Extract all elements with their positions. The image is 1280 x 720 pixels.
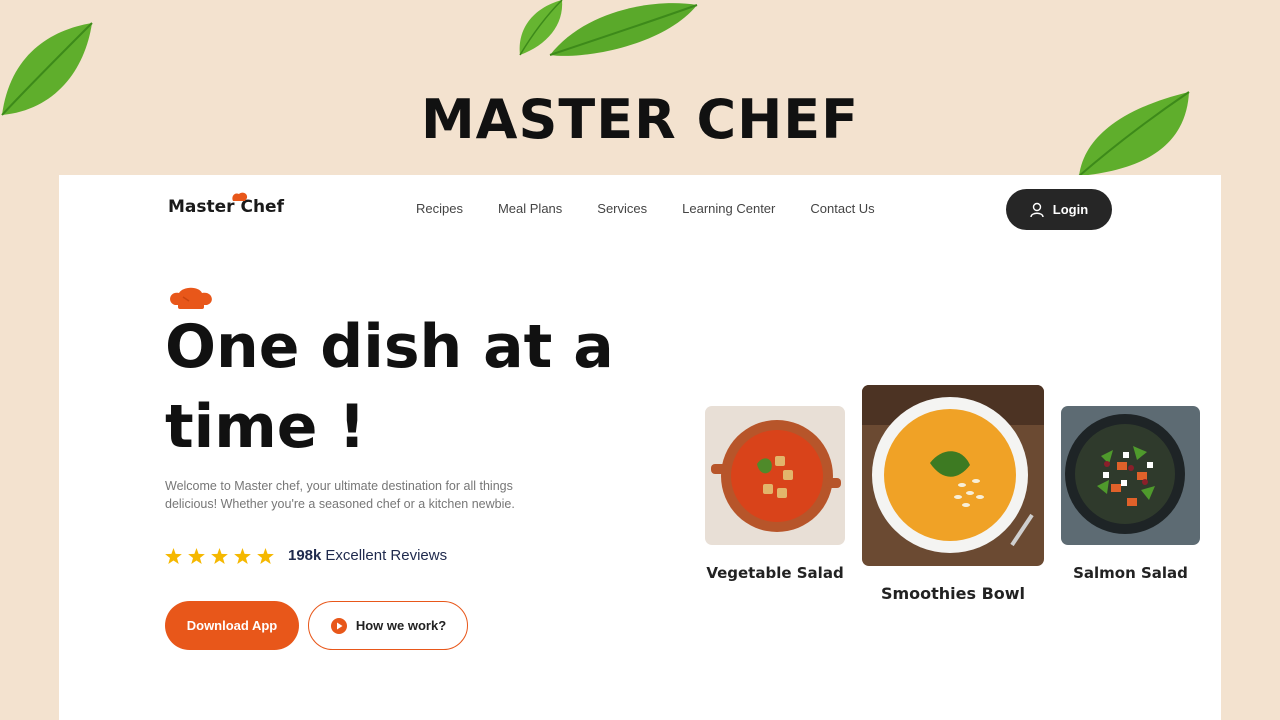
star-icon bbox=[165, 547, 182, 564]
hero-headline: One dish at a time ! bbox=[165, 307, 635, 467]
star-rating bbox=[165, 547, 274, 564]
landing-page: Master Chef Recipes Meal Plans Services … bbox=[59, 175, 1221, 720]
dish-name: Salmon Salad bbox=[1073, 564, 1188, 582]
nav-recipes[interactable]: Recipes bbox=[416, 201, 463, 216]
main-nav: Recipes Meal Plans Services Learning Cen… bbox=[416, 201, 910, 216]
login-label: Login bbox=[1052, 202, 1089, 217]
nav-services[interactable]: Services bbox=[597, 201, 647, 216]
chef-hat-icon bbox=[232, 192, 248, 201]
hero-description: Welcome to Master chef, your ultimate de… bbox=[165, 479, 515, 511]
headline-line-2: time ! bbox=[165, 392, 366, 462]
nav-meal-plans[interactable]: Meal Plans bbox=[498, 201, 562, 216]
dish-image bbox=[705, 406, 845, 545]
star-icon bbox=[234, 547, 251, 564]
dish-image bbox=[862, 385, 1044, 566]
login-button[interactable]: Login bbox=[1006, 189, 1112, 230]
dish-card-smoothies-bowl[interactable]: Smoothies Bowl bbox=[862, 385, 1044, 603]
user-icon bbox=[1030, 202, 1044, 217]
star-icon bbox=[188, 547, 205, 564]
review-count: 198k bbox=[288, 547, 322, 564]
dish-card-vegetable-salad[interactable]: Vegetable Salad bbox=[705, 406, 845, 582]
headline-line-1: One dish at a bbox=[165, 312, 614, 382]
rating: 198k Excellent Reviews bbox=[165, 547, 447, 564]
how-we-work-label: How we work? bbox=[355, 618, 447, 633]
banner-title: MASTER CHEF bbox=[420, 88, 860, 151]
nav-learning-center[interactable]: Learning Center bbox=[682, 201, 775, 216]
logo-text: Master Chef bbox=[168, 197, 284, 217]
how-we-work-button[interactable]: How we work? bbox=[308, 601, 468, 650]
dish-image bbox=[1061, 406, 1200, 545]
star-icon bbox=[211, 547, 228, 564]
dish-name: Vegetable Salad bbox=[706, 564, 844, 582]
dish-card-salmon-salad[interactable]: Salmon Salad bbox=[1061, 406, 1200, 582]
play-icon bbox=[330, 617, 347, 634]
star-icon bbox=[257, 547, 274, 564]
download-app-button[interactable]: Download App bbox=[165, 601, 299, 650]
logo[interactable]: Master Chef bbox=[168, 192, 284, 217]
dish-name: Smoothies Bowl bbox=[880, 584, 1026, 603]
review-label: Excellent Reviews bbox=[325, 547, 448, 564]
leaf-decoration-icon bbox=[549, 3, 698, 56]
nav-contact-us[interactable]: Contact Us bbox=[810, 201, 874, 216]
